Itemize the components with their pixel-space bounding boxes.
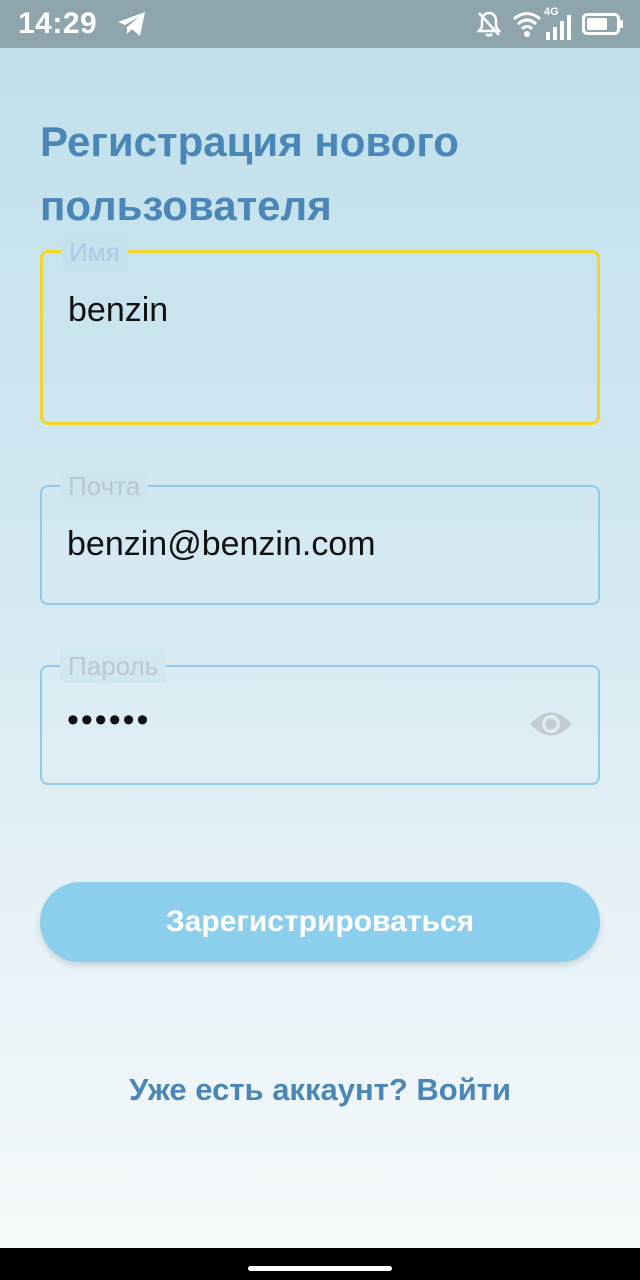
email-field-label: Почта [60,469,149,503]
login-link[interactable]: Уже есть аккаунт? Войти [0,1072,640,1108]
name-field-label: Имя [61,235,128,269]
name-field[interactable]: Имя benzin [40,235,600,425]
registration-screen: 14:29 4G Регистрация нового пользователя… [0,0,640,1280]
name-input[interactable]: benzin [68,291,168,330]
status-bar: 14:29 4G [0,0,640,48]
password-field-label: Пароль [60,649,167,683]
register-button[interactable]: Зарегистрироваться [40,882,600,962]
eye-icon[interactable] [528,707,574,741]
muted-bell-icon [476,11,502,37]
email-field[interactable]: Почта benzin@benzin.com [40,469,600,605]
home-indicator[interactable] [248,1266,392,1271]
status-icons: 4G [476,6,624,40]
password-field[interactable]: Пароль •••••• [40,649,600,785]
password-input[interactable]: •••••• [67,701,150,740]
page-title: Регистрация нового пользователя [40,118,459,229]
wifi-icon [513,12,541,37]
signal-icon [546,15,571,40]
status-time: 14:29 [18,7,98,40]
navigation-bar [0,1248,640,1280]
email-input[interactable]: benzin@benzin.com [67,525,376,564]
telegram-icon [118,12,145,36]
battery-icon [582,13,623,35]
